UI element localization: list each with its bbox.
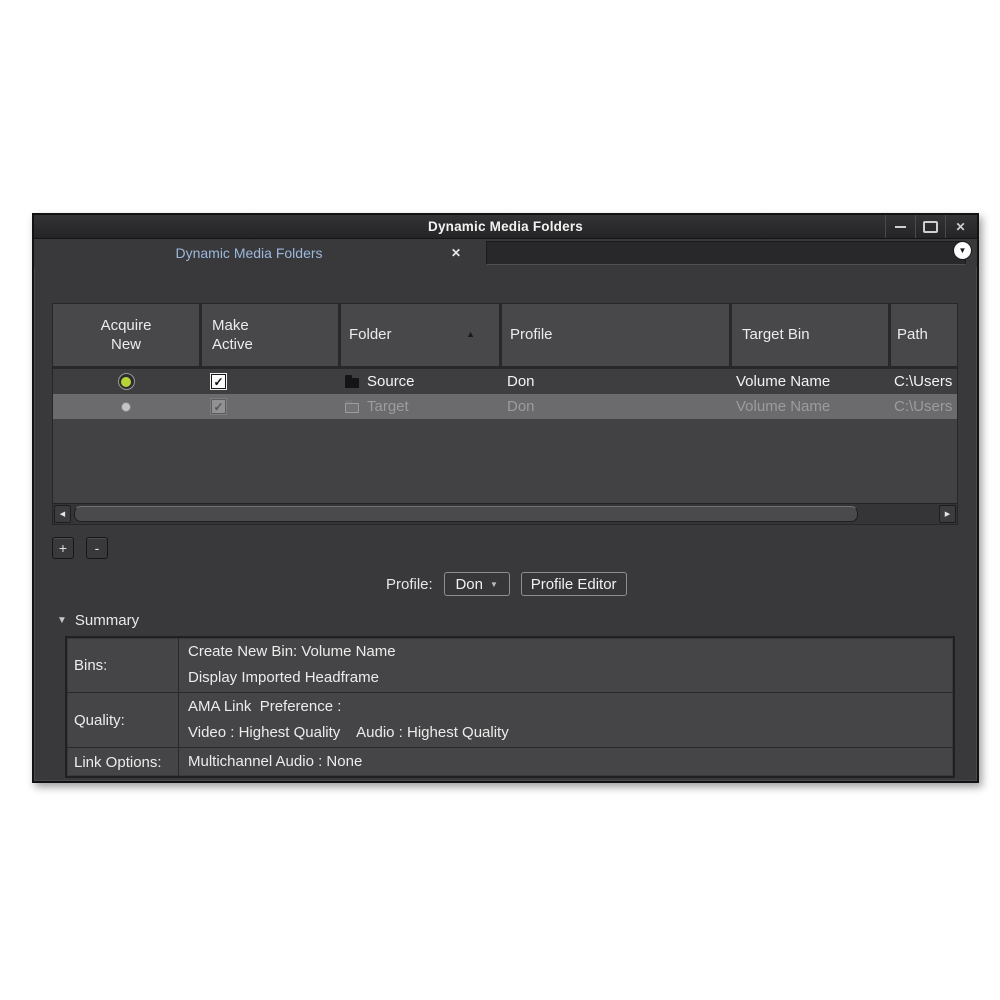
make-active-checkbox-checked[interactable]: ✓ — [211, 374, 226, 389]
summary-table: Bins: Create New Bin: Volume Name Displa… — [65, 636, 955, 778]
folder-icon — [345, 378, 359, 388]
scroll-left-button[interactable]: ◀ — [54, 505, 71, 523]
check-icon: ✓ — [213, 400, 223, 414]
summary-row-label: Bins: — [67, 638, 179, 692]
maximize-button[interactable] — [915, 215, 945, 238]
target-bin-cell: Volume Name — [729, 394, 888, 419]
column-header-path[interactable]: Path — [888, 304, 957, 366]
horizontal-scrollbar[interactable]: ◀ ▶ — [53, 503, 957, 524]
minimize-button[interactable] — [885, 215, 915, 238]
sort-ascending-icon[interactable]: ▲ — [466, 329, 475, 341]
profile-dropdown-value: Don — [455, 576, 483, 593]
summary-row-label: Quality: — [67, 693, 179, 747]
chevron-down-icon: ▼ — [490, 580, 498, 589]
summary-disclosure[interactable]: ▼ Summary — [57, 612, 139, 629]
arrow-left-icon: ◀ — [60, 510, 65, 518]
path-cell: C:\Users — [888, 369, 957, 394]
folder-icon — [345, 403, 359, 413]
chevron-down-icon: ▼ — [959, 246, 967, 255]
tab-dynamic-media-folders[interactable]: Dynamic Media Folders — [34, 239, 464, 267]
folders-table: Acquire New Make Active Folder ▲ Profile… — [52, 303, 958, 525]
scrollbar-thumb[interactable] — [74, 506, 858, 522]
profile-cell: Don — [499, 369, 729, 394]
check-icon: ✓ — [213, 375, 223, 389]
path-cell: C:\Users — [888, 394, 957, 419]
maximize-icon — [923, 221, 938, 233]
tab-close-icon: ✕ — [451, 246, 461, 260]
arrow-right-icon: ▶ — [945, 510, 950, 518]
folder-name: Target — [367, 398, 409, 415]
triangle-down-icon: ▼ — [57, 615, 67, 626]
tab-label: Dynamic Media Folders — [175, 245, 322, 261]
profile-label: Profile: — [386, 576, 433, 593]
summary-line: Create New Bin: Volume Name — [188, 639, 944, 665]
table-header-row: Acquire New Make Active Folder ▲ Profile… — [53, 304, 957, 369]
make-active-checkbox-checked-disabled[interactable]: ✓ — [211, 399, 226, 414]
close-button[interactable]: ✕ — [945, 215, 975, 238]
profile-bar: Profile: Don ▼ Profile Editor — [386, 571, 627, 597]
acquire-new-radio-selected[interactable] — [118, 373, 135, 390]
column-header-profile[interactable]: Profile — [499, 304, 729, 366]
acquire-new-radio-unselected[interactable] — [118, 398, 135, 415]
summary-row-label: Link Options: — [67, 748, 179, 776]
column-header-make-active[interactable]: Make Active — [199, 304, 338, 366]
tab-close-button[interactable]: ✕ — [446, 243, 466, 263]
window-controls: ✕ — [885, 215, 975, 238]
summary-row-quality: Quality: AMA Link Preference : Video : H… — [67, 693, 953, 748]
column-header-target-bin[interactable]: Target Bin — [729, 304, 888, 366]
scroll-right-button[interactable]: ▶ — [939, 505, 956, 523]
radio-dot — [121, 402, 131, 412]
radio-dot — [121, 377, 131, 387]
close-icon: ✕ — [955, 220, 965, 234]
column-header-folder[interactable]: Folder ▲ — [338, 304, 499, 366]
table-row-source[interactable]: ✓ Source Don Volume Name C:\Users — [53, 369, 957, 394]
table-empty-area — [53, 419, 957, 503]
scrollbar-track[interactable] — [74, 506, 936, 522]
minimize-icon — [895, 226, 906, 228]
target-bin-cell: Volume Name — [729, 369, 888, 394]
profile-dropdown[interactable]: Don ▼ — [444, 572, 510, 596]
profile-editor-button[interactable]: Profile Editor — [521, 572, 627, 596]
add-folder-button[interactable]: + — [52, 537, 74, 559]
summary-row-bins: Bins: Create New Bin: Volume Name Displa… — [67, 638, 953, 693]
summary-row-link-options: Link Options: Multichannel Audio : None — [67, 748, 953, 776]
summary-line: AMA Link Preference : — [188, 694, 944, 720]
table-row-target[interactable]: ✓ Target Don Volume Name C:\Users — [53, 394, 957, 419]
profile-cell: Don — [499, 394, 729, 419]
tab-well — [486, 241, 966, 265]
summary-line: Video : Highest Quality Audio : Highest … — [188, 720, 944, 746]
tab-overflow-button[interactable]: ▼ — [953, 241, 972, 260]
summary-line: Display Imported Headframe — [188, 665, 944, 691]
title-bar: Dynamic Media Folders ✕ — [34, 215, 977, 239]
remove-folder-button[interactable]: - — [86, 537, 108, 559]
summary-line: Multichannel Audio : None — [188, 749, 944, 775]
folder-name: Source — [367, 373, 415, 390]
column-header-acquire-new[interactable]: Acquire New — [53, 304, 199, 366]
tab-bar: Dynamic Media Folders ✕ ▼ — [34, 239, 977, 267]
summary-label: Summary — [75, 612, 139, 629]
window-title: Dynamic Media Folders — [34, 219, 977, 234]
dynamic-media-folders-window: Dynamic Media Folders ✕ Dynamic Media Fo… — [32, 213, 979, 783]
